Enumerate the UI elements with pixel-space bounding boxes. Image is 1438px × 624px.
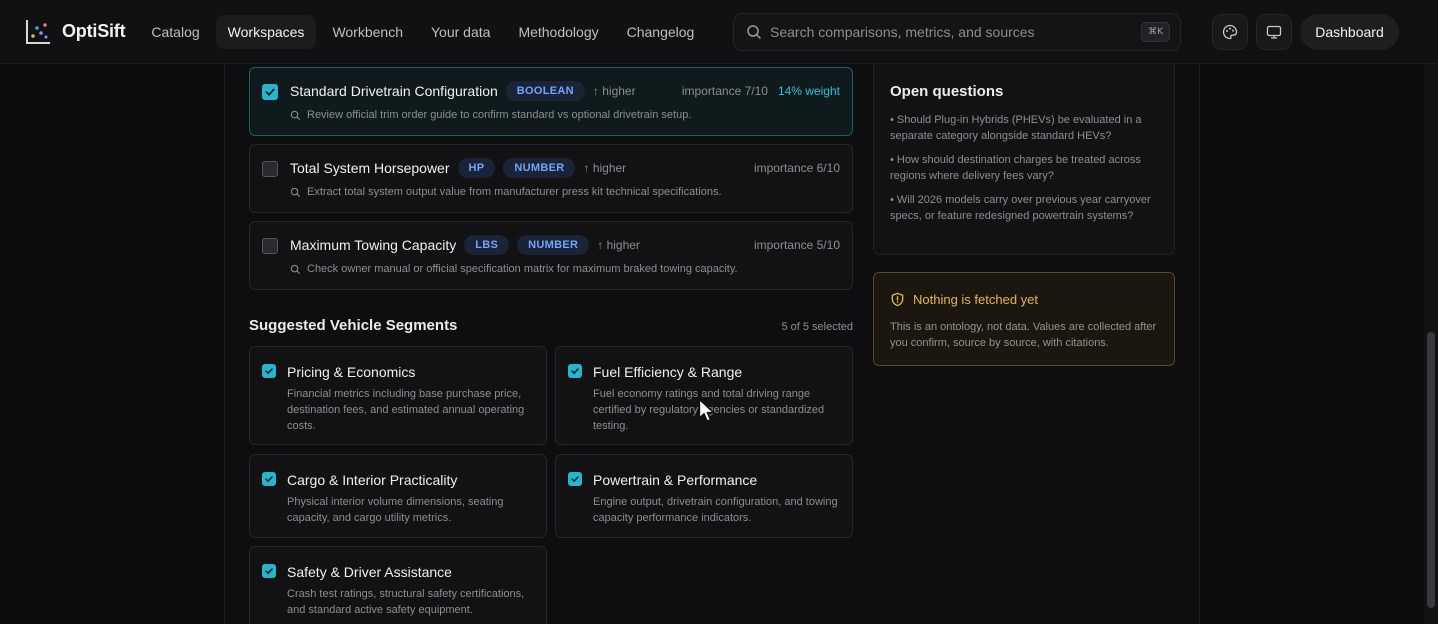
metric-type-pill: BOOLEAN <box>505 81 585 101</box>
segment-name: Powertrain & Performance <box>593 472 758 488</box>
search-input[interactable] <box>770 24 1142 40</box>
metric-name: Total System Horsepower <box>290 160 450 176</box>
nav-changelog[interactable]: Changelog <box>615 15 707 49</box>
metric-hint: Review official trim order guide to conf… <box>307 109 692 121</box>
segment-name: Fuel Efficiency & Range <box>593 364 743 380</box>
segment-checkbox[interactable] <box>568 472 582 486</box>
metric-direction: ↑ higher <box>592 84 636 98</box>
search-doc-icon <box>290 110 301 120</box>
segment-card-cargo[interactable]: Cargo & Interior Practicality Physical i… <box>249 454 547 538</box>
metric-importance: importance 6/10 <box>753 161 840 175</box>
metric-weight: 14% weight <box>777 84 840 98</box>
open-questions-title: Open questions <box>890 83 1004 100</box>
metric-unit-pill: LBS <box>464 235 510 255</box>
metric-name: Standard Drivetrain Configuration <box>290 83 498 99</box>
mouse-cursor-icon <box>698 398 715 422</box>
metric-type-pill: NUMBER <box>517 235 590 255</box>
logo-icon <box>26 19 50 44</box>
segment-desc: Physical interior volume dimensions, sea… <box>287 496 504 524</box>
nothing-fetched-notice: Nothing is fetched yet This is an ontolo… <box>873 272 1175 366</box>
metric-type-pill: NUMBER <box>503 158 576 178</box>
metric-importance: importance 5/10 <box>753 238 840 252</box>
open-questions-panel: Open questions • Should Plug-in Hybrids … <box>873 64 1175 255</box>
segments-count: 5 of 5 selected <box>781 321 853 333</box>
scrollbar-thumb[interactable] <box>1427 332 1435 608</box>
check-icon <box>265 476 273 483</box>
nav-workspaces[interactable]: Workspaces <box>215 14 317 49</box>
metric-checkbox[interactable] <box>262 161 278 177</box>
segment-name: Pricing & Economics <box>287 364 416 380</box>
segment-card-pricing[interactable]: Pricing & Economics Financial metrics in… <box>249 346 547 445</box>
search-bar[interactable]: ⌘K <box>733 13 1181 51</box>
search-doc-icon <box>290 187 301 197</box>
check-icon <box>571 368 579 375</box>
segment-desc: Engine output, drivetrain configuration,… <box>593 496 838 524</box>
segment-checkbox[interactable] <box>262 364 276 378</box>
logo[interactable]: OptiSift <box>24 18 126 46</box>
palette-icon <box>1222 24 1238 40</box>
check-icon <box>571 476 579 483</box>
check-icon <box>265 88 275 96</box>
segment-card-safety[interactable]: Safety & Driver Assistance Crash test ra… <box>249 546 547 624</box>
metric-direction: ↑ higher <box>583 161 627 175</box>
metric-name: Maximum Towing Capacity <box>290 237 457 253</box>
segment-card-powertrain[interactable]: Powertrain & Performance Engine output, … <box>555 454 853 538</box>
monitor-icon <box>1266 25 1282 39</box>
metric-checkbox[interactable] <box>262 84 278 100</box>
segment-checkbox[interactable] <box>262 564 276 578</box>
segment-name: Cargo & Interior Practicality <box>287 472 458 488</box>
app-name: OptiSift <box>62 21 126 41</box>
search-icon <box>747 25 761 39</box>
check-icon <box>265 568 273 575</box>
segments-title: Suggested Vehicle Segments <box>249 317 458 334</box>
segment-name: Safety & Driver Assistance <box>287 564 452 580</box>
notice-title: Nothing is fetched yet <box>913 292 1039 307</box>
open-questions-list: • Should Plug-in Hybrids (PHEVs) be eval… <box>890 112 1156 232</box>
main-nav: Catalog Workspaces Workbench Your data M… <box>139 14 707 49</box>
search-doc-icon <box>290 264 301 274</box>
metric-unit-pill: HP <box>457 158 496 178</box>
metric-card-towing[interactable]: Maximum Towing Capacity LBS NUMBER ↑ hig… <box>249 221 853 290</box>
check-icon <box>265 368 273 375</box>
notice-body: This is an ontology, not data. Values ar… <box>890 321 1157 349</box>
search-shortcut-badge: ⌘K <box>1141 22 1170 42</box>
segment-checkbox[interactable] <box>568 364 582 378</box>
metric-checkbox[interactable] <box>262 238 278 254</box>
segment-card-fuel[interactable]: Fuel Efficiency & Range Fuel economy rat… <box>555 346 853 445</box>
nav-catalog[interactable]: Catalog <box>139 15 211 49</box>
segment-desc: Crash test ratings, structural safety ce… <box>287 588 525 616</box>
nav-your-data[interactable]: Your data <box>419 15 502 49</box>
nav-methodology[interactable]: Methodology <box>506 15 610 49</box>
question-item: • Should Plug-in Hybrids (PHEVs) be eval… <box>890 114 1142 142</box>
question-item: • How should destination charges be trea… <box>890 154 1141 182</box>
metric-hint: Extract total system output value from m… <box>307 186 722 198</box>
segment-checkbox[interactable] <box>262 472 276 486</box>
shield-alert-icon <box>891 292 904 307</box>
theme-button[interactable] <box>1212 14 1248 50</box>
nav-workbench[interactable]: Workbench <box>320 15 415 49</box>
metric-card-drivetrain[interactable]: Standard Drivetrain Configuration BOOLEA… <box>249 67 853 136</box>
metric-hint: Check owner manual or official specifica… <box>307 263 738 275</box>
display-button[interactable] <box>1256 14 1292 50</box>
question-item: • Will 2026 models carry over previous y… <box>890 194 1151 222</box>
segment-desc: Financial metrics including base purchas… <box>287 388 525 432</box>
dashboard-button[interactable]: Dashboard <box>1300 14 1399 50</box>
metric-importance: importance 7/10 <box>681 84 768 98</box>
metric-card-horsepower[interactable]: Total System Horsepower HP NUMBER ↑ high… <box>249 144 853 213</box>
metric-direction: ↑ higher <box>597 238 640 252</box>
